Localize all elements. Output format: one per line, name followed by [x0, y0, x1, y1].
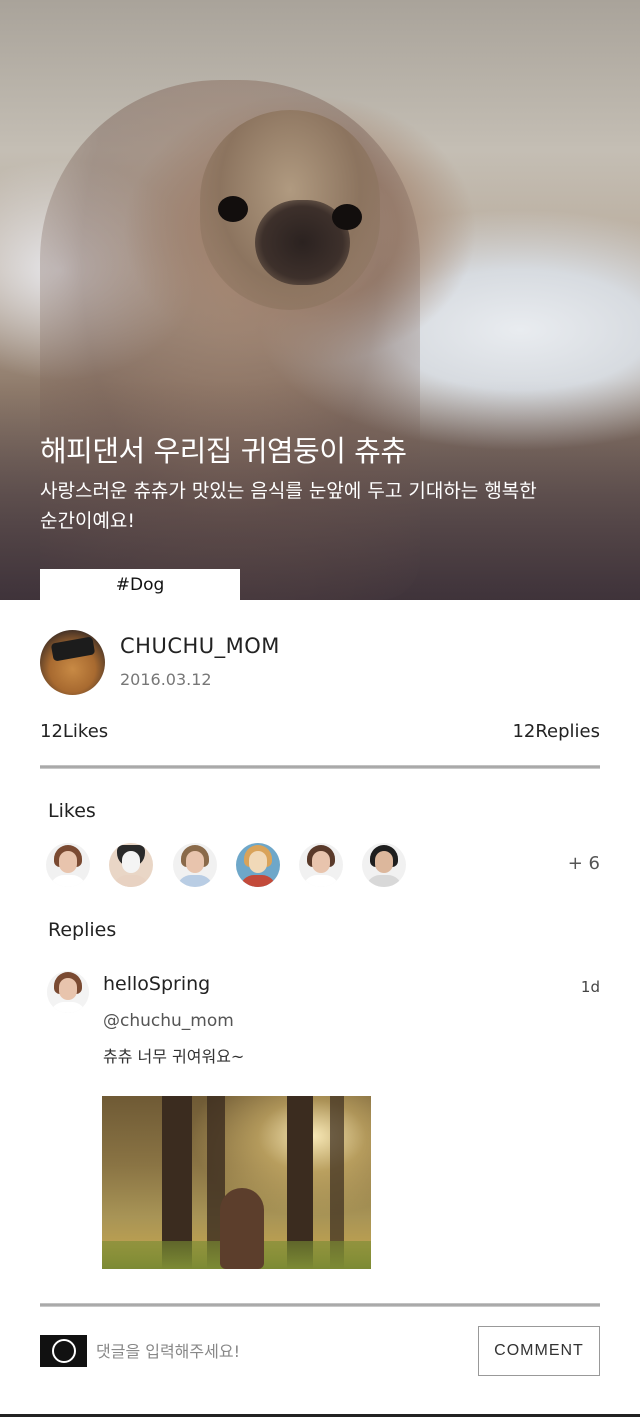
likes-count[interactable]: 12Likes [40, 721, 108, 742]
body-shape [240, 875, 276, 887]
likes-heading: Likes [48, 800, 96, 822]
shirt-shape [303, 875, 339, 887]
face-shape [59, 978, 77, 1000]
woman-avatar-icon [47, 971, 89, 1013]
divider [40, 1303, 600, 1307]
shirt-shape [177, 875, 213, 887]
comment-submit-button[interactable]: COMMENT [478, 1326, 600, 1376]
dog-face-shape [249, 851, 267, 873]
face-shape [59, 851, 77, 873]
replies-count[interactable]: 12Replies [512, 721, 600, 742]
face-shape [186, 851, 204, 873]
divider [40, 765, 600, 769]
author-avatar[interactable] [40, 630, 105, 695]
shirt-shape [50, 875, 86, 887]
like-avatar[interactable] [362, 843, 406, 887]
post-date: 2016.03.12 [120, 670, 212, 689]
like-avatar[interactable] [109, 843, 153, 887]
more-likes-count[interactable]: + 6 [568, 853, 600, 874]
reply-text: 츄츄 너무 귀여워요~ [103, 1047, 245, 1066]
tag-chip[interactable]: #Dog [40, 569, 240, 600]
like-avatar[interactable] [46, 843, 90, 887]
pug-eye-left [218, 196, 248, 222]
face-shape [375, 851, 393, 873]
post-description: 사랑스러운 츄츄가 맛있는 음식를 눈앞에 두고 기대하는 행복한 순간이예요! [40, 480, 537, 532]
post-title: 해피댄서 우리집 귀염둥이 츄츄 [40, 434, 407, 468]
hero-image: 해피댄서 우리집 귀염둥이 츄츄 사랑스러운 츄츄가 맛있는 음식를 눈앞에 두… [0, 0, 640, 600]
graduation-cap-icon [50, 636, 96, 662]
body-shape [113, 875, 149, 887]
dog-shape [220, 1188, 264, 1269]
shirt-shape [50, 1002, 86, 1013]
face-shape [312, 851, 330, 873]
dog-face-shape [122, 851, 140, 873]
circle-icon [52, 1339, 76, 1363]
reply-avatar[interactable] [47, 971, 89, 1013]
reply-mention[interactable]: @chuchu_mom [103, 1011, 234, 1031]
pug-eye-right [332, 204, 362, 230]
comment-toggle[interactable] [40, 1335, 87, 1367]
like-avatar[interactable] [299, 843, 343, 887]
author-name[interactable]: CHUCHU_MOM [120, 634, 280, 658]
replies-heading: Replies [48, 919, 117, 941]
shirt-shape [366, 875, 402, 887]
reply-photo[interactable] [102, 1096, 371, 1269]
comment-input[interactable] [96, 1336, 466, 1366]
reply-time: 1d [580, 978, 600, 996]
like-avatar[interactable] [236, 843, 280, 887]
like-avatar[interactable] [173, 843, 217, 887]
reply-author[interactable]: helloSpring [103, 973, 210, 995]
